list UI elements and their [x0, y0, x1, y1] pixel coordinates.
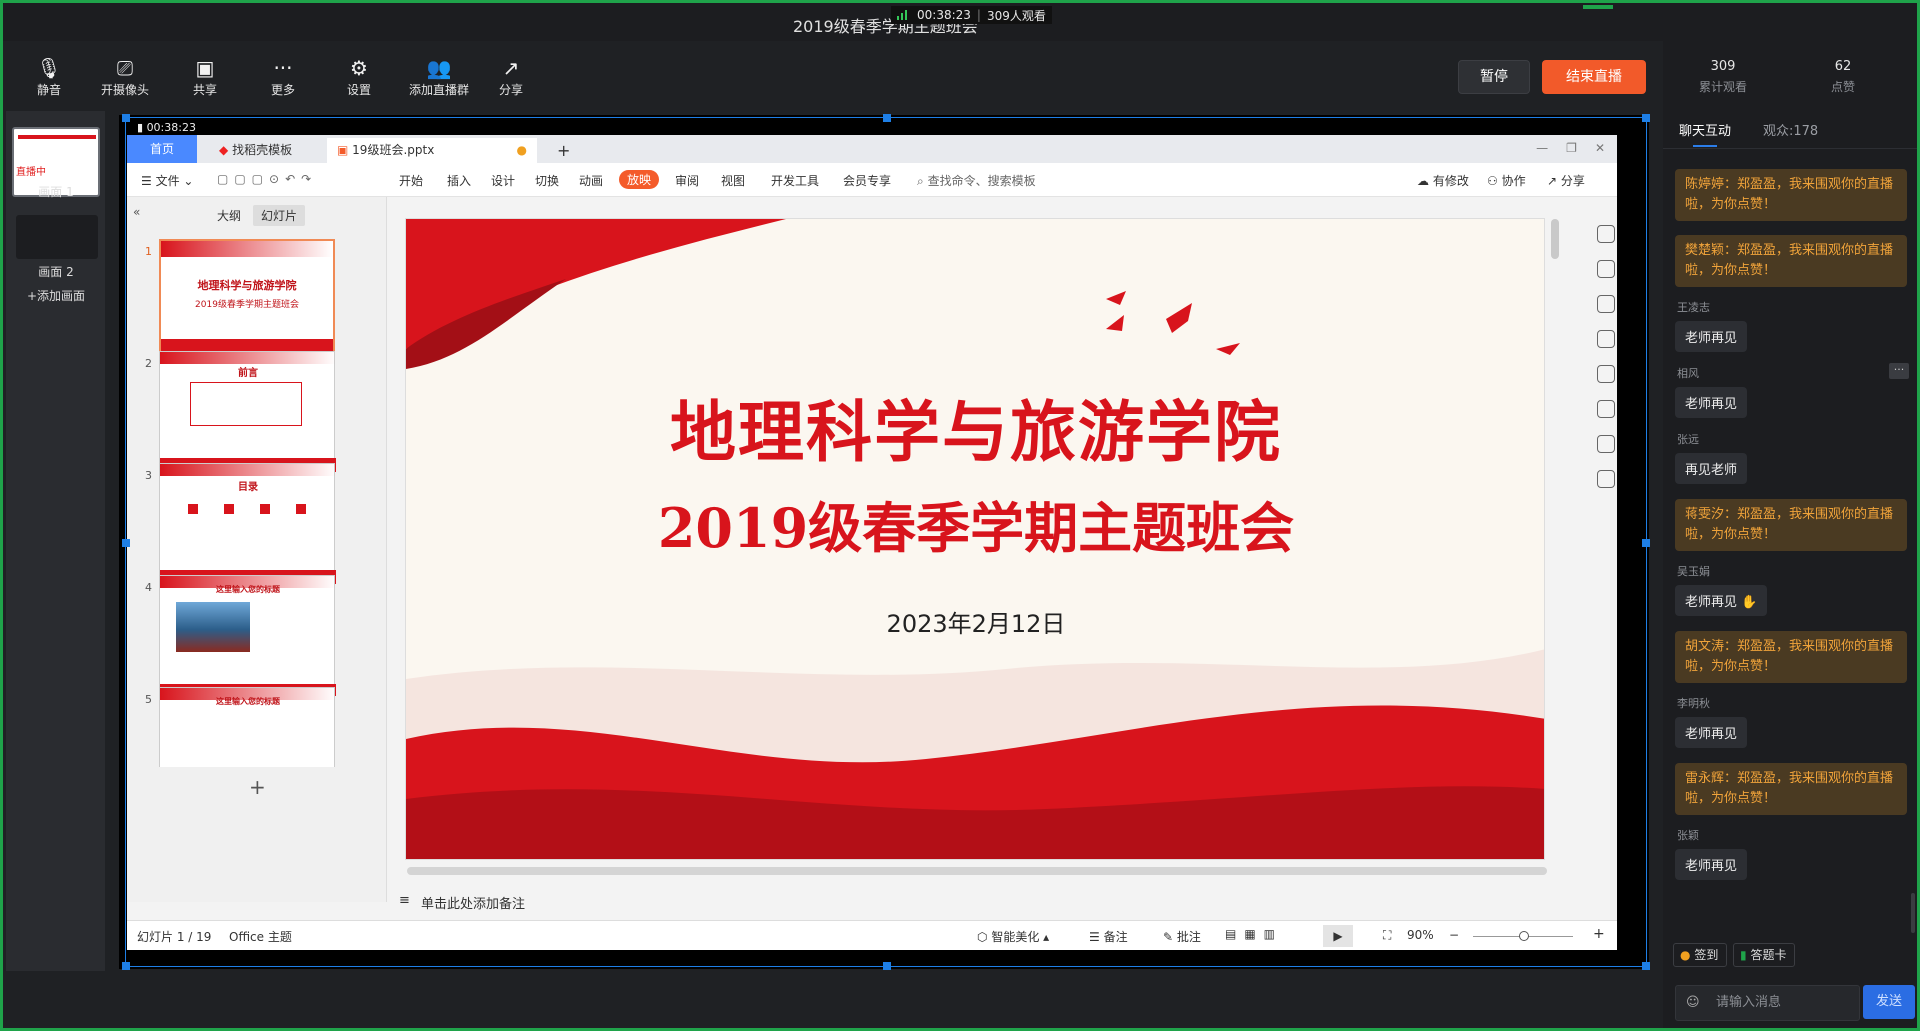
chat-message: 老师再见	[1675, 849, 1748, 880]
system-message: 胡文涛：郑盈盈，我来围观你的直播啦，为你点赞！	[1675, 631, 1907, 683]
scene-2-label: 画面 2	[38, 265, 74, 279]
live-tag: 直播中	[16, 167, 46, 178]
gear-icon: ⚙	[350, 56, 368, 80]
network-indicator	[1583, 5, 1613, 9]
tab-chat[interactable]: 聊天互动	[1679, 120, 1731, 147]
chat-username: 张远	[1677, 433, 1699, 446]
end-live-button[interactable]: 结束直播	[1542, 60, 1646, 94]
scene-sidebar: 直播中 画面 1 画面 2 +添加画面	[6, 111, 105, 971]
total-views-stat: 309 累计观看	[1698, 59, 1747, 94]
emoji-icon[interactable]: ☺	[1686, 986, 1700, 1020]
add-live-group-button[interactable]: 👥 添加直播群	[399, 55, 479, 98]
system-message: 蒋雯汐：郑盈盈，我来围观你的直播啦，为你点赞！	[1675, 499, 1907, 551]
viewer-count: 309人观看	[986, 8, 1046, 23]
live-app-window: 2019级春季学期主题班会 00:38:23 | 309人观看 — ❐ ✕ 🎙静…	[0, 0, 1920, 1031]
chat-scrollbar[interactable]	[1911, 893, 1915, 933]
capture-selection-box	[122, 114, 1650, 970]
more-icon[interactable]: ···	[1889, 363, 1909, 379]
chat-message: 老师再见 ✋	[1675, 585, 1768, 616]
chat-message: 老师再见	[1675, 387, 1748, 418]
signal-icon	[897, 10, 911, 20]
share-screen-button[interactable]: ▣ 共享	[175, 55, 235, 98]
mute-button[interactable]: 🎙 静音	[19, 55, 79, 98]
live-status: 00:38:23 | 309人观看	[891, 6, 1052, 24]
send-button[interactable]: 发送	[1863, 985, 1915, 1019]
live-toolbar: 🎙 静音 ⎚ 开摄像头 ▣ 共享 ··· 更多 ⚙ 设置 👥 添加直播群 ↗ 分享 暂停 结束…	[3, 41, 1663, 111]
chat-username: 李明秋	[1677, 697, 1710, 710]
tab-audience[interactable]: 观众:178	[1763, 120, 1818, 139]
likes-stat: 62 点赞	[1830, 59, 1855, 94]
system-message: 陈婷婷：郑盈盈，我来围观你的直播啦，为你点赞！	[1675, 169, 1907, 221]
microphone-icon: 🎙	[36, 56, 62, 80]
camera-off-icon: ⎚	[117, 56, 133, 80]
pause-button[interactable]: 暂停	[1458, 60, 1530, 94]
live-time: 00:38:23	[917, 8, 971, 22]
chat-message: 再见老师	[1675, 453, 1748, 484]
chat-username: 张颖	[1677, 829, 1699, 842]
share-button[interactable]: ↗ 分享	[481, 55, 541, 98]
chat-username: 吴玉娟	[1677, 565, 1710, 578]
right-panel: 309 累计观看 62 点赞 聊天互动 观众:178 陈婷婷：郑盈盈，我来围观你…	[1663, 3, 1917, 1028]
chat-username: 相风	[1677, 367, 1699, 380]
chat-bottom-bar: ● 签到 ▮ 答题卡 ☺ 请输入消息 发送	[1663, 939, 1917, 1028]
scene-2-thumbnail[interactable]	[16, 215, 98, 259]
share-icon: ↗	[502, 56, 520, 80]
more-icon: ···	[273, 56, 293, 80]
title-bar: 2019级春季学期主题班会 00:38:23 | 309人观看	[3, 3, 1663, 41]
chat-input[interactable]: ☺ 请输入消息	[1675, 985, 1860, 1021]
wave-emoji-icon: ✋	[1741, 595, 1758, 610]
chat-message: 老师再见	[1675, 321, 1748, 352]
camera-button[interactable]: ⎚ 开摄像头	[95, 55, 155, 98]
more-button[interactable]: ··· 更多	[253, 55, 313, 98]
card-icon: ▮	[1740, 948, 1747, 962]
scene-1-label: 画面 1	[38, 185, 74, 199]
system-message: 樊楚颖：郑盈盈，我来围观你的直播啦，为你点赞！	[1675, 235, 1907, 287]
location-pin-icon: ●	[1680, 948, 1691, 962]
checkin-button[interactable]: ● 签到	[1673, 943, 1728, 967]
chat-username: 王凌志	[1677, 301, 1710, 314]
settings-button[interactable]: ⚙ 设置	[329, 55, 389, 98]
add-scene-button[interactable]: +添加画面	[12, 287, 100, 304]
add-group-icon: 👥	[426, 56, 452, 80]
answer-card-button[interactable]: ▮ 答题卡	[1733, 943, 1796, 967]
chat-list: 陈婷婷：郑盈盈，我来围观你的直播啦，为你点赞！ 樊楚颖：郑盈盈，我来围观你的直播…	[1663, 163, 1917, 933]
screen-share-icon: ▣	[195, 56, 215, 80]
chat-message: 老师再见	[1675, 717, 1748, 748]
system-message: 雷永辉：郑盈盈，我来围观你的直播啦，为你点赞！	[1675, 763, 1907, 815]
